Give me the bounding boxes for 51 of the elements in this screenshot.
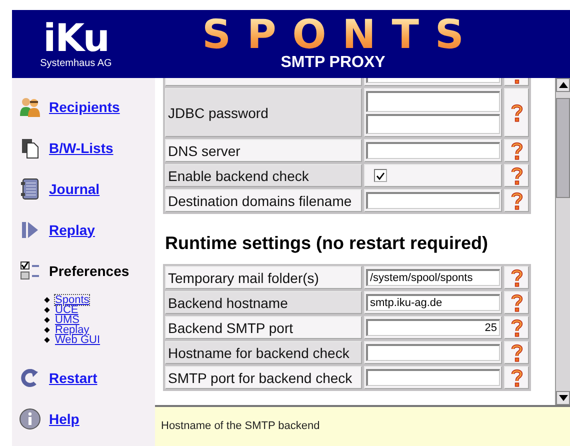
sub-link[interactable]: Web GUI (55, 335, 100, 345)
nav-link[interactable]: Restart (49, 370, 98, 386)
text-field[interactable] (366, 344, 500, 361)
scroll-up-icon[interactable] (556, 78, 570, 92)
bullet-icon (44, 317, 50, 323)
nav-current[interactable]: Preferences (49, 262, 130, 278)
setting-label: Backend SMTP port (165, 316, 362, 339)
documents-icon[interactable] (19, 136, 41, 158)
nav-link[interactable]: Journal (49, 180, 100, 196)
text-field[interactable] (366, 369, 500, 386)
sub-link[interactable]: Replay (55, 325, 90, 335)
scroll-down-icon[interactable] (556, 391, 570, 405)
people-icon[interactable] (19, 96, 41, 118)
bullet-icon (44, 297, 50, 303)
password-field[interactable] (366, 91, 500, 112)
bullet-icon (44, 327, 50, 333)
setting-label: JDBC password (165, 88, 362, 137)
help-text: Hostname of the SMTP backend (161, 420, 320, 432)
setting-label: Hostname for backend check (165, 341, 362, 364)
nav-link[interactable]: B/W-Lists (49, 140, 114, 156)
company-name: Systemhaus AG (40, 58, 112, 70)
checklist-icon[interactable] (19, 260, 41, 282)
setting-label: Destination domains filename (165, 189, 362, 212)
setting-label: Temporary mail folder(s) (165, 266, 362, 289)
sub-link[interactable]: UCE (55, 305, 78, 315)
setting-label: SMTP port for backend check (165, 366, 362, 389)
info-icon[interactable] (19, 408, 41, 430)
text-field[interactable] (366, 142, 500, 159)
setting-label: DNS server (165, 139, 362, 162)
notebook-icon[interactable] (19, 178, 41, 200)
text-field[interactable]: 25 (366, 319, 500, 336)
company-logo: iKu (43, 18, 109, 58)
bullet-icon (44, 307, 50, 313)
text-field[interactable]: /system/spool/sponts (366, 269, 500, 286)
scrollbar-thumb[interactable] (556, 98, 570, 198)
setting-label: Backend hostname (165, 291, 362, 314)
sub-link[interactable]: UMS (55, 315, 80, 325)
nav-link[interactable]: Recipients (49, 98, 120, 114)
section-heading: Runtime settings (no restart required) (165, 232, 490, 254)
setting-label: Enable backend check (165, 164, 362, 187)
product-subtitle: SMTP PROXY (280, 54, 386, 72)
confirm-password-field[interactable] (366, 114, 500, 134)
text-field[interactable]: smtp.iku-ag.de (366, 294, 500, 311)
nav-link[interactable]: Help (49, 410, 80, 426)
restart-icon[interactable] (19, 366, 41, 388)
bullet-icon (44, 337, 50, 343)
nav-link[interactable]: Replay (49, 222, 95, 238)
text-field[interactable] (366, 192, 500, 209)
checkbox[interactable] (374, 169, 387, 182)
scrollbar[interactable] (555, 78, 570, 405)
sub-link[interactable]: Sponts (55, 295, 90, 305)
